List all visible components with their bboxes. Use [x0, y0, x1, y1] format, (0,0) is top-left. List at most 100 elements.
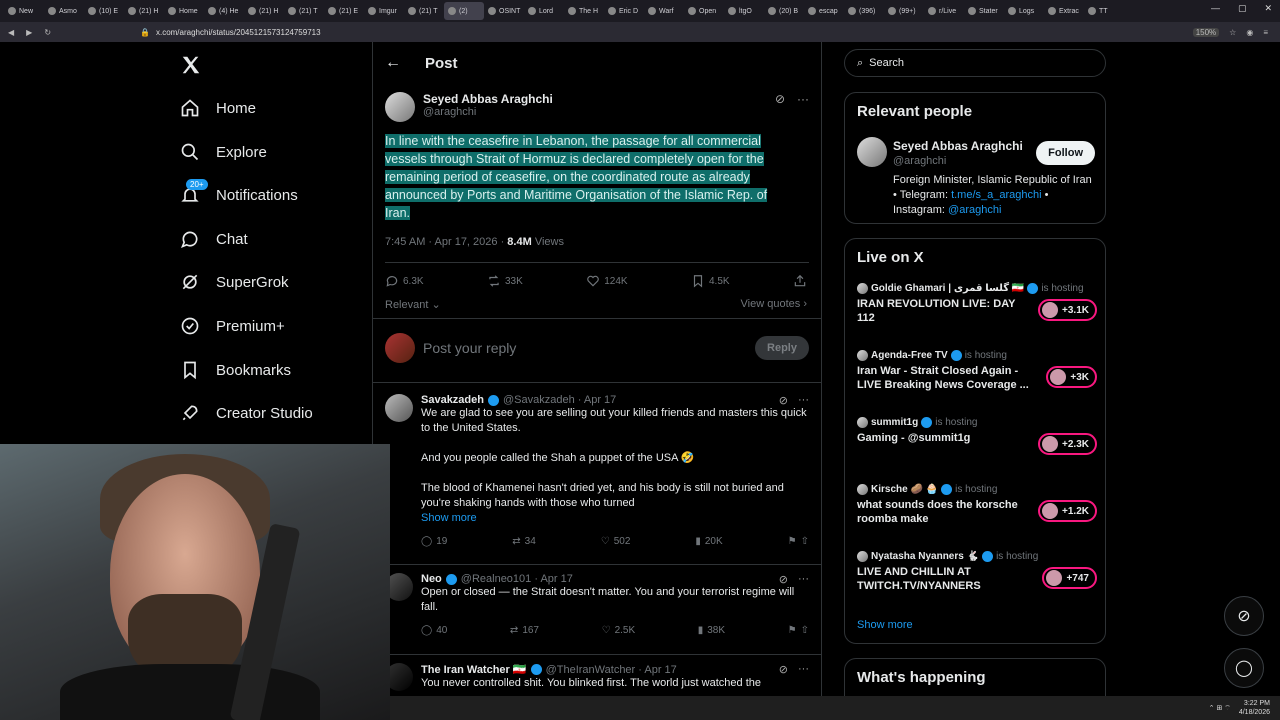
browser-tab[interactable]: Extrac: [1044, 2, 1084, 20]
nav-bookmarks[interactable]: Bookmarks: [180, 355, 291, 385]
more-icon[interactable]: ···: [798, 573, 809, 586]
reply-author-handle[interactable]: @Savakzadeh · Apr 17: [503, 394, 616, 406]
listener-pill[interactable]: +747: [1042, 567, 1097, 589]
browser-tab[interactable]: (10) E: [84, 2, 124, 20]
minimize-icon[interactable]: —: [1211, 3, 1220, 14]
reply-action[interactable]: 6.3K: [385, 274, 424, 288]
like-action[interactable]: ♡ 2.5K: [602, 625, 636, 636]
more-icon[interactable]: ···: [798, 663, 809, 676]
post-author[interactable]: Seyed Abbas Araghchi @araghchi: [385, 92, 553, 122]
more-icon[interactable]: ···: [798, 394, 809, 407]
back-arrow-icon[interactable]: ←: [385, 54, 401, 72]
repost-action[interactable]: ⇄ 167: [510, 625, 539, 636]
reply-button[interactable]: Reply: [755, 336, 809, 360]
nav-chat[interactable]: Chat: [180, 224, 248, 254]
grok-icon[interactable]: ⊘: [779, 394, 788, 407]
browser-tab[interactable]: Lord: [524, 2, 564, 20]
browser-tab[interactable]: The H: [564, 2, 604, 20]
show-more-link[interactable]: Show more: [857, 619, 913, 631]
reply-item[interactable]: Savakzadeh @Savakzadeh · Apr 17 ⊘ ··· We …: [385, 394, 809, 547]
nav-premium[interactable]: Premium+: [180, 311, 285, 341]
grok-fab[interactable]: ⊘: [1224, 596, 1264, 636]
share-icon[interactable]: ⇧: [801, 625, 809, 636]
live-item[interactable]: summit1g is hosting Gaming - @summit1g +2.3…: [857, 417, 1097, 455]
browser-tab[interactable]: Stater: [964, 2, 1004, 20]
author-handle[interactable]: @araghchi: [423, 106, 553, 118]
live-title[interactable]: Gaming - @summit1g: [857, 431, 1029, 445]
bookmark-action[interactable]: ⚑ ⇧: [788, 536, 809, 547]
like-action[interactable]: 124K: [586, 274, 628, 288]
nav-creator-studio[interactable]: Creator Studio: [180, 398, 313, 428]
browser-tab[interactable]: (21) H: [124, 2, 164, 20]
listener-pill[interactable]: +1.2K: [1038, 500, 1097, 522]
browser-tab[interactable]: (396): [844, 2, 884, 20]
views-action[interactable]: ▮ 38K: [698, 625, 725, 636]
browser-tab[interactable]: Asmo: [44, 2, 84, 20]
repost-action[interactable]: ⇄ 34: [512, 536, 536, 547]
listener-pill[interactable]: +3.1K: [1038, 299, 1097, 321]
back-icon[interactable]: ◀: [8, 28, 14, 37]
live-title[interactable]: what sounds does the korsche roomba make: [857, 498, 1029, 526]
star-icon[interactable]: ☆: [1229, 28, 1236, 37]
like-action[interactable]: ♡ 502: [601, 536, 631, 547]
browser-tab[interactable]: escap: [804, 2, 844, 20]
reply-author-handle[interactable]: @TheIranWatcher · Apr 17: [546, 664, 677, 676]
view-quotes-link[interactable]: View quotes ›: [741, 298, 807, 311]
nav-supergrok[interactable]: SuperGrok: [180, 267, 289, 297]
follow-button[interactable]: Follow: [1036, 141, 1095, 165]
forward-icon[interactable]: ▶: [26, 28, 32, 37]
browser-tab[interactable]: OSINT: [484, 2, 524, 20]
telegram-link[interactable]: t.me/s_a_araghchi: [951, 189, 1042, 201]
url-field[interactable]: 🔒 x.com/araghchi/status/2045121573124759…: [130, 25, 1090, 39]
live-item[interactable]: Agenda-Free TV is hosting Iran War - Strai…: [857, 350, 1097, 392]
zoom-level[interactable]: 150%: [1192, 27, 1220, 37]
account-icon[interactable]: ◉: [1246, 28, 1253, 37]
instagram-link[interactable]: @araghchi: [948, 204, 1001, 216]
live-title[interactable]: Iran War - Strait Closed Again - LIVE Br…: [857, 364, 1029, 392]
reply-author-handle[interactable]: @Realneo101 · Apr 17: [461, 573, 573, 585]
nav-explore[interactable]: Explore: [180, 137, 267, 167]
reload-icon[interactable]: ↻: [44, 28, 51, 37]
bookmark-action[interactable]: 4.5K: [691, 274, 730, 288]
live-item[interactable]: Nyatasha Nyanners 🐇 is hosting LIVE AND CH…: [857, 551, 1097, 593]
repost-action[interactable]: 33K: [487, 274, 523, 288]
reply-author-name[interactable]: The Iran Watcher 🇮🇷: [421, 663, 527, 676]
menu-icon[interactable]: ≡: [1263, 28, 1268, 37]
browser-tab[interactable]: (21) H: [244, 2, 284, 20]
browser-tab[interactable]: r/Live: [924, 2, 964, 20]
sort-dropdown[interactable]: Relevant ⌄: [385, 298, 441, 311]
browser-tab[interactable]: ltgO: [724, 2, 764, 20]
person-handle[interactable]: @araghchi: [893, 155, 946, 167]
browser-tab[interactable]: (21) T: [284, 2, 324, 20]
browser-tab[interactable]: (99+): [884, 2, 924, 20]
show-more-link[interactable]: Show more: [421, 511, 809, 526]
browser-tab[interactable]: (4) He: [204, 2, 244, 20]
browser-tab[interactable]: (21) E: [324, 2, 364, 20]
more-icon[interactable]: ···: [797, 92, 809, 106]
avatar[interactable]: [857, 137, 887, 167]
browser-tab[interactable]: Imgur: [364, 2, 404, 20]
share-icon[interactable]: ⇧: [801, 536, 809, 547]
browser-tab[interactable]: Open: [684, 2, 724, 20]
browser-tab[interactable]: Eric D: [604, 2, 644, 20]
browser-tab[interactable]: Warf: [644, 2, 684, 20]
x-logo-icon[interactable]: [180, 54, 202, 76]
host-name[interactable]: summit1g: [871, 417, 918, 428]
live-title[interactable]: IRAN REVOLUTION LIVE: DAY 112: [857, 297, 1029, 325]
messages-fab[interactable]: ◯: [1224, 648, 1264, 688]
live-item[interactable]: Kirsche 🥔 🧁 is hosting what sounds does th…: [857, 484, 1097, 526]
browser-tab[interactable]: TT: [1084, 2, 1124, 20]
reply-author-name[interactable]: Savakzadeh: [421, 394, 484, 406]
browser-tab[interactable]: Logs: [1004, 2, 1044, 20]
listener-pill[interactable]: +3K: [1046, 366, 1097, 388]
grok-icon[interactable]: ⊘: [775, 92, 785, 106]
live-title[interactable]: LIVE AND CHILLIN AT TWITCH.TV/NYANNERS: [857, 565, 1029, 593]
maximize-icon[interactable]: ▢: [1238, 3, 1247, 14]
reply-action[interactable]: ◯ 19: [421, 536, 447, 547]
host-name[interactable]: Kirsche 🥔 🧁: [871, 484, 938, 495]
person-name[interactable]: Seyed Abbas Araghchi: [893, 139, 1023, 153]
browser-tab[interactable]: (20) B: [764, 2, 804, 20]
nav-home[interactable]: Home: [180, 93, 256, 123]
avatar[interactable]: [385, 92, 415, 122]
grok-icon[interactable]: ⊘: [779, 573, 788, 586]
